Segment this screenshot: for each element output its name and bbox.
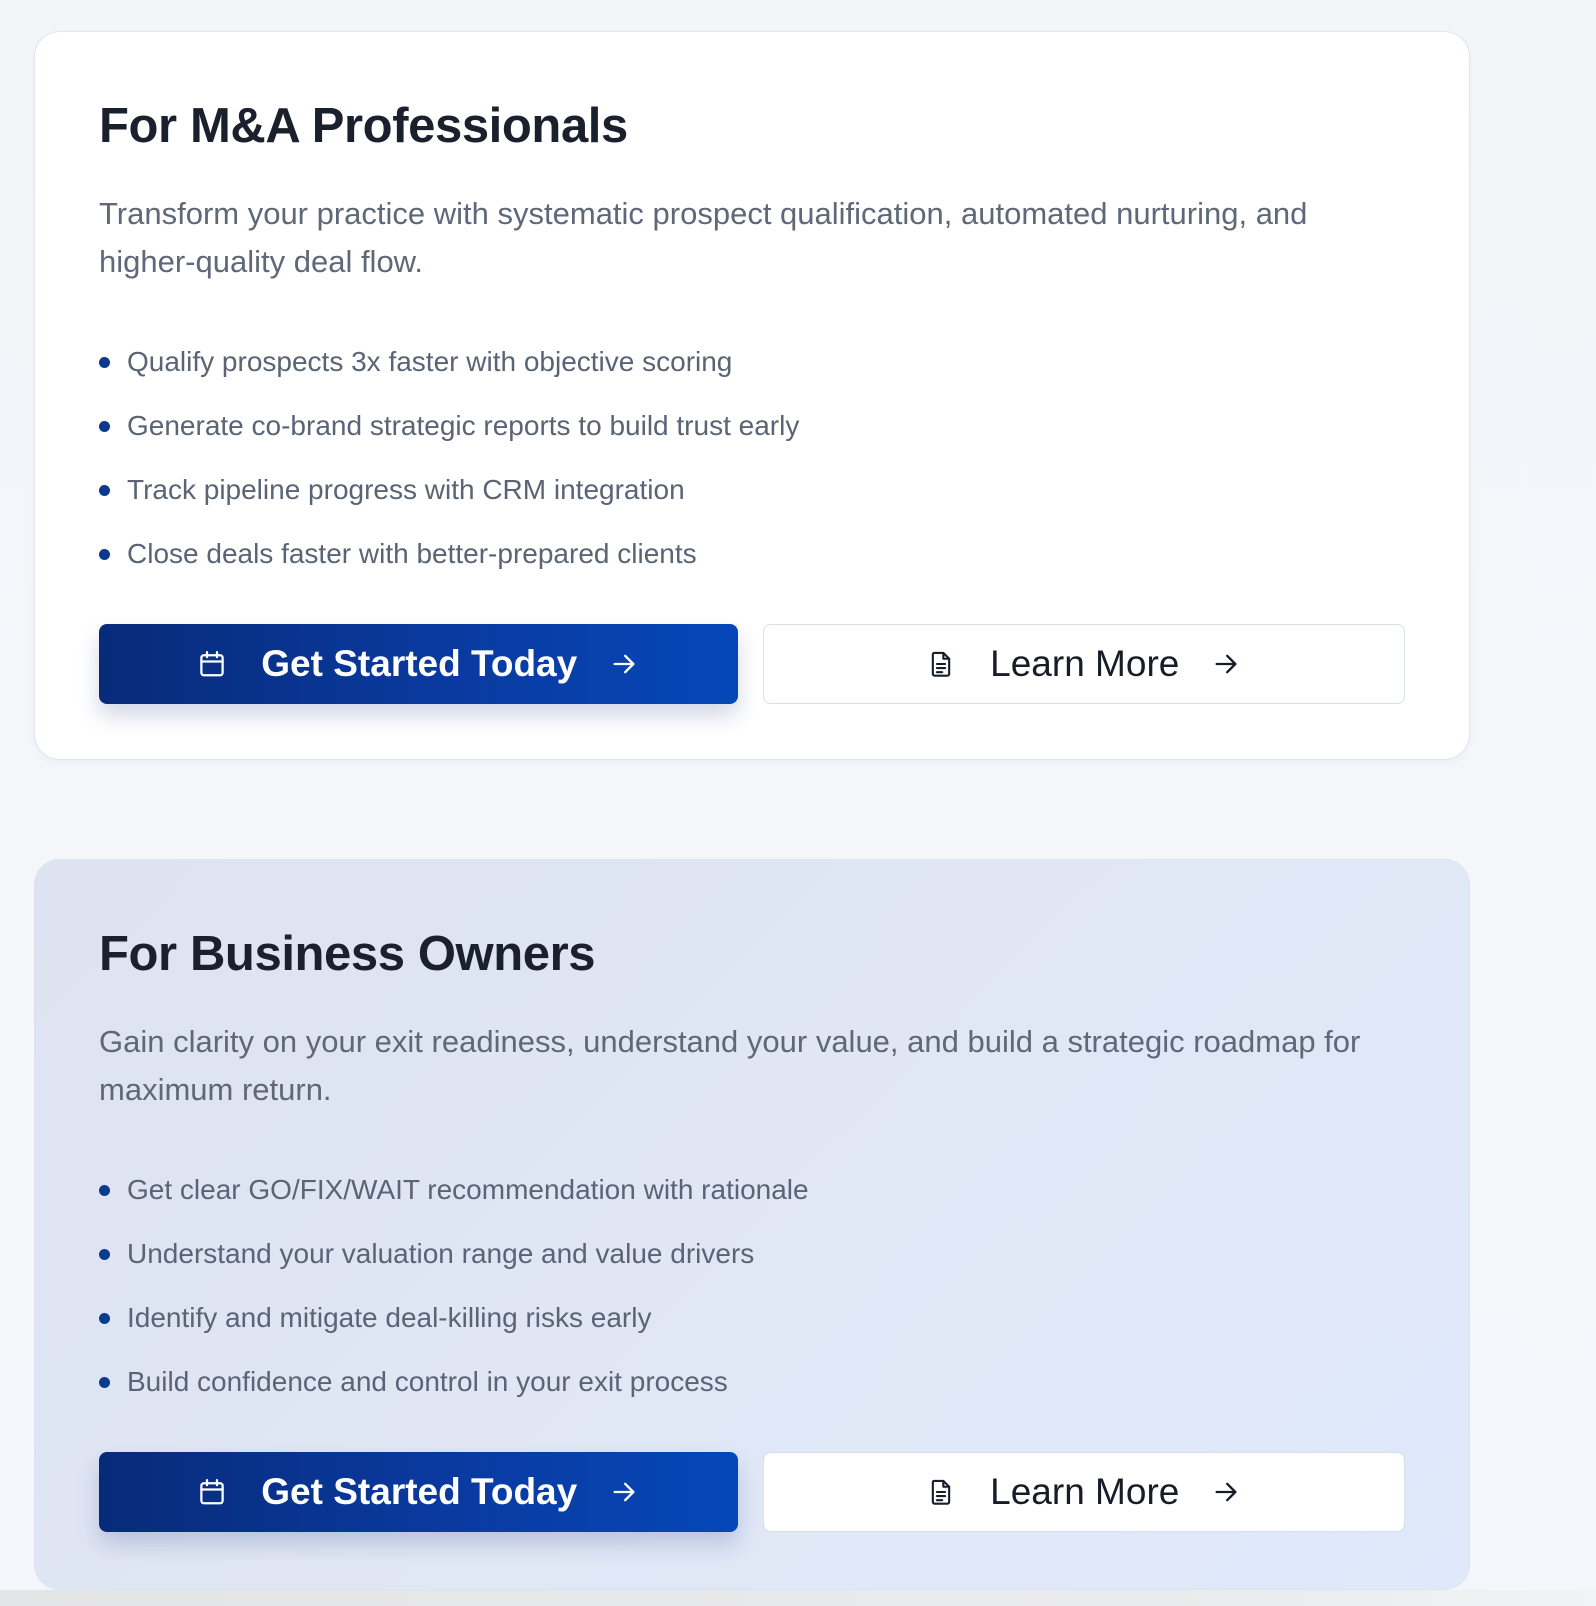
arrow-right-icon	[1209, 1475, 1243, 1509]
button-row: Get Started Today Learn More	[99, 624, 1405, 705]
list-item-text: Track pipeline progress with CRM integra…	[127, 474, 685, 506]
document-icon	[924, 647, 958, 681]
bullet-dot-icon	[99, 1184, 110, 1196]
arrow-right-icon	[1209, 647, 1243, 681]
arrow-right-icon	[607, 1475, 641, 1509]
learn-more-button[interactable]: Learn More	[762, 1452, 1405, 1533]
bullet-dot-icon	[99, 1248, 110, 1260]
get-started-button[interactable]: Get Started Today	[99, 1452, 738, 1533]
button-label: Get Started Today	[261, 1471, 578, 1513]
list-item-text: Identify and mitigate deal-killing risks…	[127, 1302, 652, 1334]
ma-professionals-card: For M&A Professionals Transform your pra…	[34, 31, 1470, 760]
benefit-list: Qualify prospects 3x faster with objecti…	[99, 330, 1405, 586]
arrow-right-icon	[607, 647, 641, 681]
list-item: Track pipeline progress with CRM integra…	[99, 458, 1405, 522]
card-title: For Business Owners	[99, 927, 596, 981]
window-bottom-edge	[0, 1590, 1596, 1606]
list-item: Identify and mitigate deal-killing risks…	[99, 1286, 1405, 1350]
bullet-dot-icon	[99, 484, 110, 496]
list-item-text: Build confidence and control in your exi…	[127, 1366, 728, 1398]
card-description: Gain clarity on your exit readiness, und…	[99, 1024, 1361, 1108]
list-item-text: Understand your valuation range and valu…	[127, 1238, 755, 1270]
bullet-dot-icon	[99, 1376, 110, 1388]
button-label: Get Started Today	[261, 643, 578, 685]
list-item: Build confidence and control in your exi…	[99, 1350, 1405, 1414]
list-item: Generate co-brand strategic reports to b…	[99, 394, 1405, 458]
bullet-dot-icon	[99, 1312, 110, 1324]
button-label: Learn More	[990, 1471, 1180, 1513]
get-started-button[interactable]: Get Started Today	[99, 624, 738, 705]
calendar-icon	[195, 647, 229, 681]
list-item: Close deals faster with better-prepared …	[99, 522, 1405, 586]
list-item-text: Qualify prospects 3x faster with objecti…	[127, 346, 733, 378]
card-title: For M&A Professionals	[99, 99, 628, 153]
benefit-list: Get clear GO/FIX/WAIT recommendation wit…	[99, 1158, 1405, 1414]
list-item-text: Close deals faster with better-prepared …	[127, 538, 697, 570]
bullet-dot-icon	[99, 356, 110, 368]
list-item-text: Generate co-brand strategic reports to b…	[127, 410, 800, 442]
list-item-text: Get clear GO/FIX/WAIT recommendation wit…	[127, 1174, 809, 1206]
list-item: Qualify prospects 3x faster with objecti…	[99, 330, 1405, 394]
bullet-dot-icon	[99, 420, 110, 432]
bullet-dot-icon	[99, 548, 110, 560]
business-owners-card: For Business Owners Gain clarity on your…	[34, 859, 1470, 1590]
document-icon	[924, 1475, 958, 1509]
learn-more-button[interactable]: Learn More	[762, 624, 1405, 705]
list-item: Get clear GO/FIX/WAIT recommendation wit…	[99, 1158, 1405, 1222]
calendar-icon	[195, 1475, 229, 1509]
list-item: Understand your valuation range and valu…	[99, 1222, 1405, 1286]
button-row: Get Started Today Learn More	[99, 1452, 1405, 1533]
card-description: Transform your practice with systematic …	[99, 196, 1308, 280]
button-label: Learn More	[990, 643, 1180, 685]
